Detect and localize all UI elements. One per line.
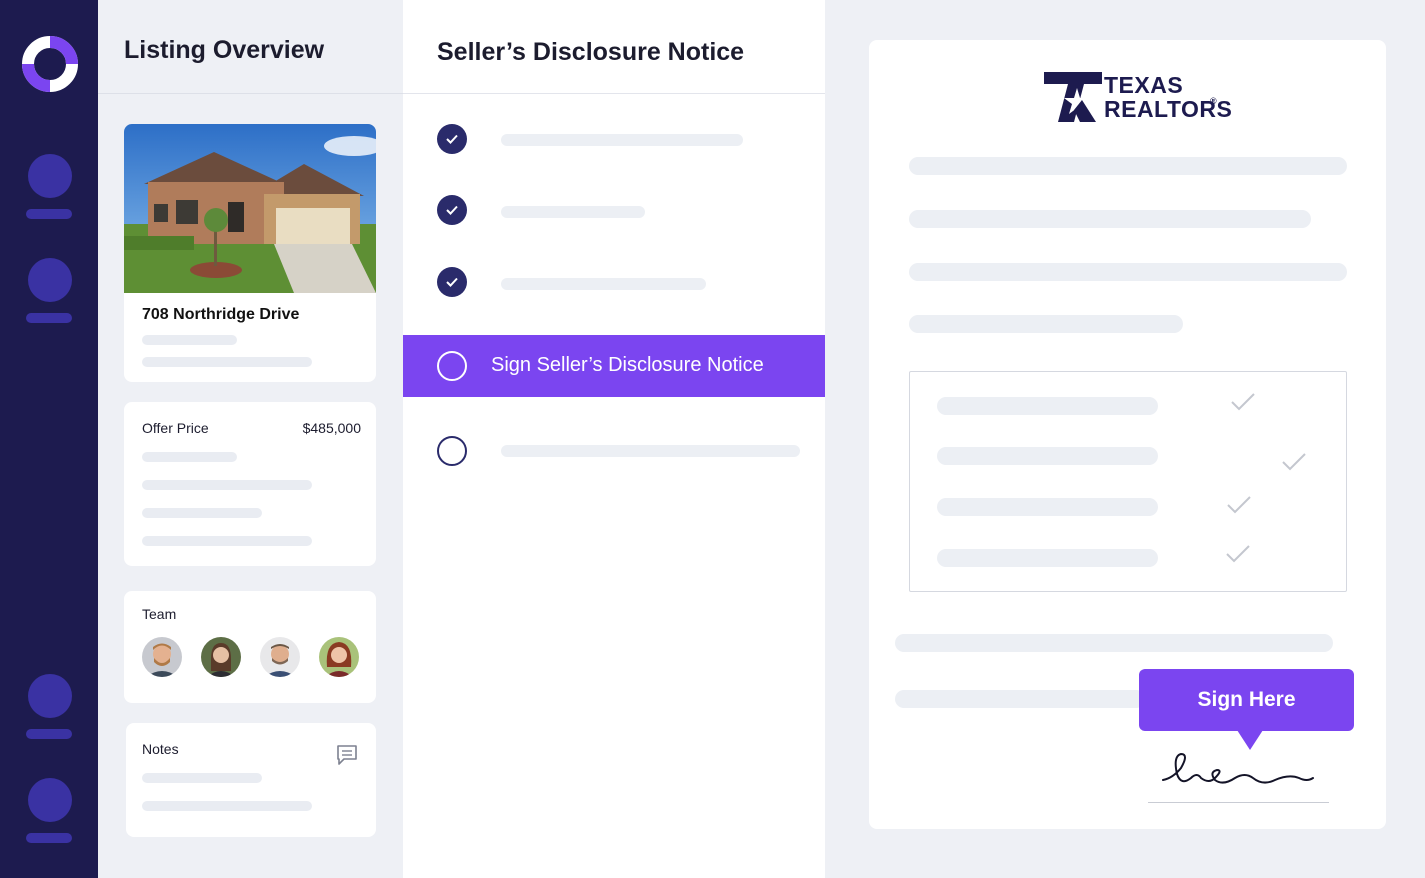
step-complete-check-icon[interactable] <box>437 267 467 297</box>
disclosure-checklist-panel: Seller’s Disclosure Notice Sign Seller’s… <box>403 0 825 878</box>
nav-item-1-label[interactable] <box>26 209 72 219</box>
avatar[interactable] <box>201 637 241 677</box>
nav-item-2-icon[interactable] <box>28 258 72 302</box>
table-row-text <box>937 447 1158 465</box>
step-pending-radio-icon[interactable] <box>437 436 467 466</box>
placeholder-line <box>142 452 237 462</box>
step-placeholder-text <box>501 134 743 146</box>
document-text-line <box>909 157 1347 175</box>
donut-logo-icon[interactable] <box>20 34 80 94</box>
step-active-sign-disclosure[interactable]: Sign Seller’s Disclosure Notice <box>403 335 825 397</box>
notes-label: Notes <box>142 741 179 757</box>
signature-scribble[interactable] <box>1159 748 1319 788</box>
sign-here-button[interactable]: Sign Here <box>1139 669 1354 731</box>
checkmark-icon <box>1231 393 1255 411</box>
table-row-text <box>937 397 1158 415</box>
checkmark-icon <box>1226 545 1250 563</box>
notes-card[interactable]: Notes <box>126 723 376 837</box>
placeholder-line <box>142 480 312 490</box>
checkmark-icon <box>1227 496 1251 514</box>
step-placeholder-text <box>501 445 800 457</box>
nav-item-4-label[interactable] <box>26 833 72 843</box>
avatar[interactable] <box>260 637 300 677</box>
placeholder-line <box>142 536 312 546</box>
page-title: Listing Overview <box>124 36 325 64</box>
document-text-line <box>909 263 1347 281</box>
nav-item-3-icon[interactable] <box>28 674 72 718</box>
placeholder-line <box>142 357 312 367</box>
placeholder-line <box>142 773 262 783</box>
placeholder-line <box>142 801 312 811</box>
document-text-line <box>895 634 1333 652</box>
property-card[interactable]: 708 Northridge Drive <box>124 124 376 382</box>
team-card[interactable]: Team <box>124 591 376 703</box>
step-complete-check-icon[interactable] <box>437 124 467 154</box>
document-text-line <box>895 690 1145 708</box>
active-step-label: Sign Seller’s Disclosure Notice <box>491 354 764 376</box>
sign-here-pointer <box>1237 730 1263 750</box>
nav-item-4-icon[interactable] <box>28 778 72 822</box>
checkmark-icon <box>1282 453 1306 471</box>
team-label: Team <box>142 606 177 622</box>
document-text-line <box>909 210 1311 228</box>
document-checklist-table <box>909 371 1347 592</box>
offer-price-value: $485,000 <box>302 420 361 436</box>
step-complete-check-icon[interactable] <box>437 195 467 225</box>
table-row-text <box>937 549 1158 567</box>
offer-price-label: Offer Price <box>142 420 209 436</box>
nav-item-3-label[interactable] <box>26 729 72 739</box>
nav-item-2-label[interactable] <box>26 313 72 323</box>
nav-item-1-icon[interactable] <box>28 154 72 198</box>
listing-overview-panel: Listing Overview 708 Northridge Drive Of… <box>98 0 403 878</box>
registered-mark: ® <box>1210 96 1218 106</box>
listing-overview-header: Listing Overview <box>98 0 403 94</box>
comment-icon[interactable] <box>336 744 358 766</box>
document-text-line <box>909 315 1183 333</box>
logo-text-texas: TEXAS <box>1104 72 1184 98</box>
step-placeholder-text <box>501 278 706 290</box>
house-photo <box>124 124 376 293</box>
placeholder-line <box>142 335 237 345</box>
document-preview: TEXAS REALTORS ® Sign Here <box>869 40 1386 829</box>
checklist-title: Seller’s Disclosure Notice <box>437 38 745 66</box>
placeholder-line <box>142 508 262 518</box>
table-row-text <box>937 498 1158 516</box>
texas-realtors-star-icon <box>1044 72 1102 122</box>
step-placeholder-text <box>501 206 645 218</box>
checklist-header: Seller’s Disclosure Notice <box>403 0 825 94</box>
texas-realtors-logo: TEXAS REALTORS ® <box>1044 72 1232 124</box>
offer-card[interactable]: Offer Price $485,000 <box>124 402 376 566</box>
property-address: 708 Northridge Drive <box>142 306 300 323</box>
avatar[interactable] <box>319 637 359 677</box>
avatar[interactable] <box>142 637 182 677</box>
step-radio-icon <box>437 351 467 381</box>
app-sidebar <box>0 0 98 878</box>
signature-line <box>1148 802 1329 803</box>
